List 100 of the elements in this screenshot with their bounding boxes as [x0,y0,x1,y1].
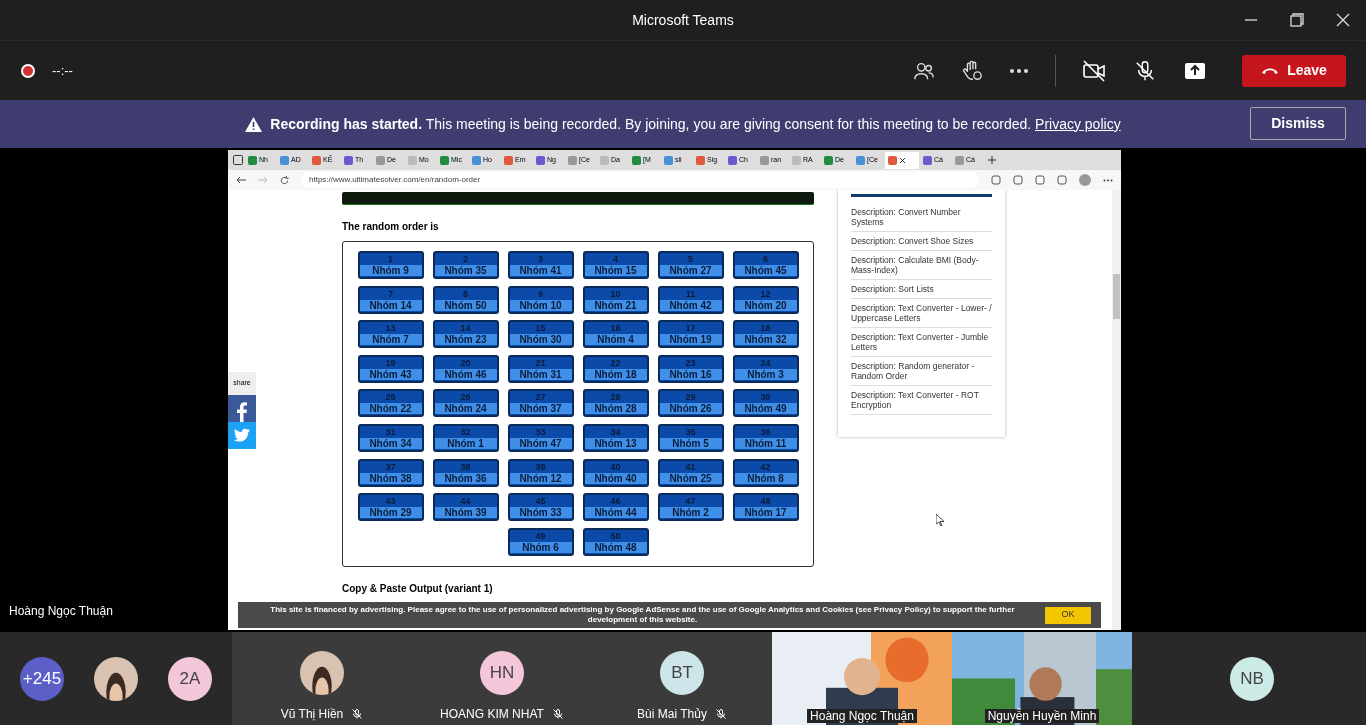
leave-button[interactable]: Leave [1242,54,1346,87]
result-tile: 50 Nhóm 48 [582,527,649,556]
article-link[interactable]: Description: Convert Shoe Sizes [851,232,992,251]
result-tile: 40 Nhóm 40 [582,458,649,487]
result-tile: 29 Nhóm 26 [657,389,724,418]
mouse-cursor-icon [936,514,944,526]
result-tile: 35 Nhóm 5 [657,423,724,452]
result-tile: 23 Nhóm 16 [657,354,724,383]
back-icon[interactable] [236,176,246,184]
dismiss-button[interactable]: Dismiss [1250,107,1346,140]
camera-off-icon[interactable] [1082,58,1106,83]
window-title: Microsoft Teams [632,11,734,28]
result-tile: 34 Nhóm 13 [582,423,649,452]
result-tile: 42 Nhóm 8 [732,458,799,487]
participant-avatar[interactable]: 2A [168,656,212,701]
facebook-share-button[interactable] [228,394,256,422]
participant-name: Nguyễn Huyền Minh [984,709,1100,723]
participant-avatar: BT [660,651,704,695]
reader-icon[interactable] [991,175,1001,185]
result-tile: 19 Nhóm 43 [357,354,424,383]
warning-icon [245,116,263,132]
bird-icon [234,428,250,442]
reload-icon[interactable] [280,175,289,185]
result-tile: 16 Nhóm 4 [582,320,649,349]
result-tile: 24 Nhóm 3 [732,354,799,383]
result-tile: 39 Nhóm 12 [507,458,574,487]
article-link[interactable]: Description: Text Converter - Lower- / Uppercase Letters [851,299,992,328]
result-tile: 33 Nhóm 47 [507,423,574,452]
favorite-icon[interactable] [1013,175,1023,185]
result-tile: 17 Nhóm 19 [657,320,724,349]
menu-icon[interactable] [1103,178,1113,182]
collections-icon[interactable] [1057,175,1067,185]
participant-name: Bùi Mai Thủy [637,706,707,723]
article-link[interactable]: Description: Sort Lists [851,280,992,299]
url-field[interactable]: https://www.ultimatesolver.com/en/random-order [301,172,979,188]
participant-avatar[interactable]: NB [1230,656,1274,701]
share-screen-icon[interactable] [1184,60,1206,81]
output-heading: Copy & Paste Output (variant 1) [342,582,494,596]
article-link[interactable]: Description: Text Converter - Jumble Letters [851,328,992,357]
result-tile: 28 Nhóm 28 [582,389,649,418]
mic-off-icon[interactable] [1134,59,1156,82]
privacy-policy-link[interactable]: Privacy policy [1035,115,1121,132]
result-tile: 20 Nhóm 46 [432,354,499,383]
result-tile: 38 Nhóm 36 [432,458,499,487]
participant-name: Vũ Thị Hiền [280,706,344,723]
result-tile: 32 Nhóm 1 [432,423,499,452]
participant-name: Hoàng Ngọc Thuận [807,709,917,723]
result-tile: 8 Nhóm 50 [432,285,499,314]
result-tile: 4 Nhóm 15 [582,251,649,279]
twitter-share-button[interactable] [228,421,256,449]
banner-message: Recording has started. This meeting is being recorded. By joining, you are giving consent for this meeting to be recorded. Privacy policy [270,114,1121,134]
result-tile: 46 Nhóm 44 [582,493,649,522]
result-tile: 5 Nhóm 27 [657,251,724,279]
result-tile: 45 Nhóm 33 [507,493,574,522]
result-tile: 18 Nhóm 32 [732,320,799,349]
cookie-notice: This site is financed by advertising. Please agree to the use of personalized advertising by Google AdSense and the use of Google Analytics and Cookies (see Privacy Policy) to support the further development of this website. [269,605,1016,625]
result-tile: 48 Nhóm 17 [732,493,799,522]
result-tile: 14 Nhóm 23 [432,320,499,349]
result-tile: 36 Nhóm 11 [732,423,799,452]
article-link[interactable]: Description: Random generator - Random Order [851,357,992,386]
hang-up-icon [1261,66,1280,75]
result-tile: 12 Nhóm 20 [732,285,799,314]
close-icon[interactable] [1336,13,1350,27]
facebook-icon [237,401,247,422]
tab-actions-icon[interactable] [232,154,244,166]
result-tile: 7 Nhóm 14 [357,285,424,314]
result-tile: 41 Nhóm 25 [657,458,724,487]
result-tile: 30 Nhóm 49 [732,389,799,418]
result-tile: 47 Nhóm 2 [657,493,724,522]
result-tile: 44 Nhóm 39 [432,493,499,522]
favorites-icon[interactable] [1035,175,1045,185]
result-tile: 6 Nhóm 45 [732,251,799,279]
result-tile: 31 Nhóm 34 [357,423,424,452]
meeting-timer: --:-- [52,61,73,80]
presenter-name: Hoàng Ngọc Thuận [9,603,113,620]
article-link[interactable]: Description: Convert Number Systems [851,203,992,232]
result-tile: 21 Nhóm 31 [507,354,574,383]
result-tile: 27 Nhóm 37 [507,389,574,418]
cookie-ok-button[interactable]: OK [1045,606,1091,624]
result-tile: 11 Nhóm 42 [657,285,724,314]
new-tab-icon[interactable] [988,156,996,164]
restore-icon[interactable] [1290,13,1304,27]
result-tile: 37 Nhóm 38 [357,458,424,487]
participant-avatar[interactable]: +245 [20,656,64,701]
article-link[interactable]: Description: Calculate BMI (Body-Mass-Index) [851,251,992,280]
result-tile: 1 Nhóm 9 [357,251,424,279]
result-tile: 2 Nhóm 35 [432,251,499,279]
result-tile: 15 Nhóm 30 [507,320,574,349]
result-tile: 25 Nhóm 22 [357,389,424,418]
profile-icon[interactable] [1079,174,1091,186]
result-tile: 3 Nhóm 41 [507,251,574,279]
browser-tab[interactable] [885,151,919,169]
result-tile: 49 Nhóm 6 [507,527,574,556]
result-tile: 9 Nhóm 10 [507,285,574,314]
recording-icon [20,62,36,79]
result-tile: 13 Nhóm 7 [357,320,424,349]
more-options-icon[interactable] [1009,67,1029,74]
close-tab-icon[interactable] [899,156,906,164]
article-link[interactable]: Description: Text Converter - ROT Encryption [851,386,992,415]
raise-hand-icon[interactable] [961,59,983,82]
